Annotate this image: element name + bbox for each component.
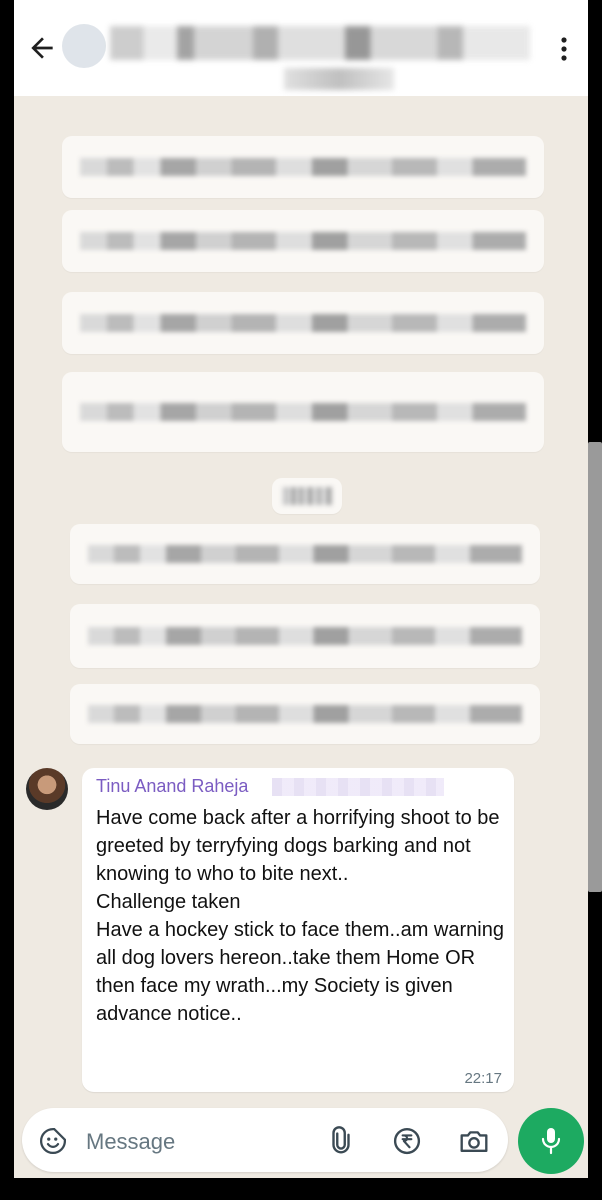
redacted-chat-title[interactable]: [110, 26, 530, 60]
voice-message-button[interactable]: [518, 1108, 584, 1174]
redacted-message-bubble: [62, 210, 544, 272]
screen-edge-left: [0, 0, 14, 1200]
message-text: Have come back after a horrifying shoot …: [96, 807, 504, 1025]
screen-edge-bottom: [0, 1178, 602, 1200]
sender-avatar[interactable]: [26, 768, 68, 810]
message-timestamp: 22:17: [464, 1070, 502, 1087]
redacted-chat-subtitle: [284, 68, 394, 90]
sender-name[interactable]: Tinu Anand Raheja: [96, 776, 248, 797]
contact-avatar[interactable]: [62, 24, 106, 68]
redacted-sender-phone: [272, 778, 444, 796]
redacted-date-chip: [272, 478, 342, 514]
more-vertical-icon[interactable]: [554, 34, 574, 64]
camera-icon[interactable]: [458, 1126, 490, 1156]
message-composer[interactable]: [22, 1108, 508, 1172]
redacted-message-bubble: [70, 684, 540, 744]
microphone-icon: [541, 1128, 561, 1155]
paperclip-icon[interactable]: [326, 1126, 356, 1156]
redacted-message-bubble: [70, 604, 540, 668]
redacted-message-bubble: [70, 524, 540, 584]
message-input[interactable]: [84, 1126, 308, 1158]
scrollbar[interactable]: [588, 442, 602, 892]
redacted-message-bubble: [62, 372, 544, 452]
chat-header: [14, 0, 588, 96]
redacted-message-bubble: [62, 292, 544, 354]
sticker-icon[interactable]: [38, 1126, 68, 1156]
arrow-left-icon[interactable]: [26, 32, 58, 64]
rupee-icon[interactable]: [392, 1126, 422, 1156]
redacted-message-bubble: [62, 136, 544, 198]
